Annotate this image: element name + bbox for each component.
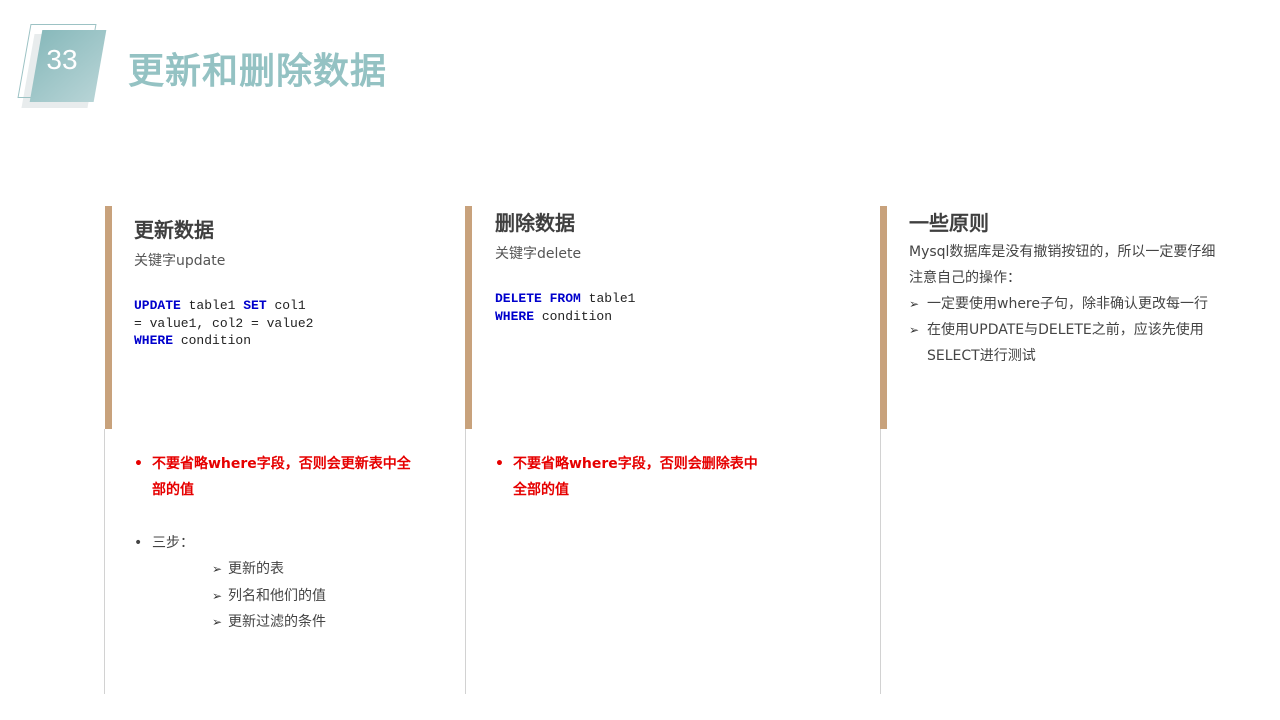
code-keyword: WHERE bbox=[495, 308, 535, 324]
list-item-text: 列名和他们的值 bbox=[228, 588, 326, 604]
delete-warning-text: 不要省略where字段，否则会删除表中全部的值 bbox=[513, 456, 758, 498]
list-item: ➢ 列名和他们的值 bbox=[212, 583, 326, 609]
list-item: ➢ 在使用UPDATE与DELETE之前，应该先使用SELECT进行测试 bbox=[909, 317, 1209, 369]
update-steps-label: • 三步： bbox=[134, 530, 194, 556]
update-section-title: 更新数据 bbox=[134, 218, 214, 242]
list-item-text: 更新的表 bbox=[228, 561, 284, 577]
bullet-mark: • bbox=[134, 535, 143, 551]
update-keyword-note: 关键字update bbox=[134, 253, 226, 269]
arrow-bullet-icon: ➢ bbox=[909, 323, 920, 337]
update-column-divider bbox=[104, 429, 105, 694]
code-text: col1 bbox=[266, 298, 306, 313]
list-item-text: 在使用UPDATE与DELETE之前，应该先使用SELECT进行测试 bbox=[927, 322, 1204, 364]
delete-column-divider bbox=[465, 429, 466, 694]
update-warning: • 不要省略where字段，否则会更新表中全部的值 bbox=[134, 451, 412, 503]
code-text: table1 bbox=[180, 298, 244, 313]
arrow-bullet-icon: ➢ bbox=[212, 589, 223, 603]
delete-warning: • 不要省略where字段，否则会删除表中全部的值 bbox=[495, 451, 763, 503]
delete-section-title: 删除数据 bbox=[495, 211, 575, 235]
update-column-accent-bar bbox=[105, 206, 112, 429]
code-text: condition bbox=[534, 308, 613, 324]
list-item: ➢ 更新的表 bbox=[212, 556, 284, 582]
code-keyword: UPDATE bbox=[134, 298, 181, 313]
list-item: ➢ 一定要使用where子句，除非确认更改每一行 bbox=[909, 291, 1229, 317]
arrow-bullet-icon: ➢ bbox=[909, 297, 920, 311]
code-text: = value1, col2 = value2 bbox=[134, 315, 314, 331]
code-text: condition bbox=[173, 333, 252, 348]
delete-keyword-note: 关键字delete bbox=[495, 246, 582, 262]
code-keyword: DELETE bbox=[495, 291, 542, 306]
delete-column-accent-bar bbox=[465, 206, 472, 429]
list-item: ➢ 更新过滤的条件 bbox=[212, 609, 326, 635]
principles-column-accent-bar bbox=[880, 206, 887, 429]
steps-label-text: 三步： bbox=[152, 535, 194, 551]
principles-column-divider bbox=[880, 429, 881, 694]
code-text: table1 bbox=[580, 291, 636, 306]
code-keyword: FROM bbox=[549, 291, 581, 306]
principles-section-title: 一些原则 bbox=[909, 211, 989, 235]
bullet-mark: • bbox=[495, 456, 504, 472]
code-keyword: WHERE bbox=[134, 333, 174, 348]
list-item-text: 更新过滤的条件 bbox=[228, 614, 326, 630]
list-item-text: 一定要使用where子句，除非确认更改每一行 bbox=[927, 296, 1208, 312]
update-warning-text: 不要省略where字段，否则会更新表中全部的值 bbox=[152, 456, 411, 498]
principles-intro: Mysql数据库是没有撤销按钮的，所以一定要仔细注意自己的操作： bbox=[909, 244, 1216, 286]
slide-number-badge: 33 bbox=[14, 22, 114, 114]
slide-title: 更新和删除数据 bbox=[128, 51, 388, 92]
code-keyword: SET bbox=[243, 298, 267, 313]
arrow-bullet-icon: ➢ bbox=[212, 615, 223, 629]
update-code-block: UPDATE table1 SET col1 = value1, col2 = … bbox=[134, 297, 313, 350]
bullet-mark: • bbox=[134, 456, 143, 472]
slide-number: 33 bbox=[46, 44, 78, 75]
arrow-bullet-icon: ➢ bbox=[212, 562, 223, 576]
delete-code-block: DELETE FROM table1 WHERE condition bbox=[495, 290, 635, 325]
